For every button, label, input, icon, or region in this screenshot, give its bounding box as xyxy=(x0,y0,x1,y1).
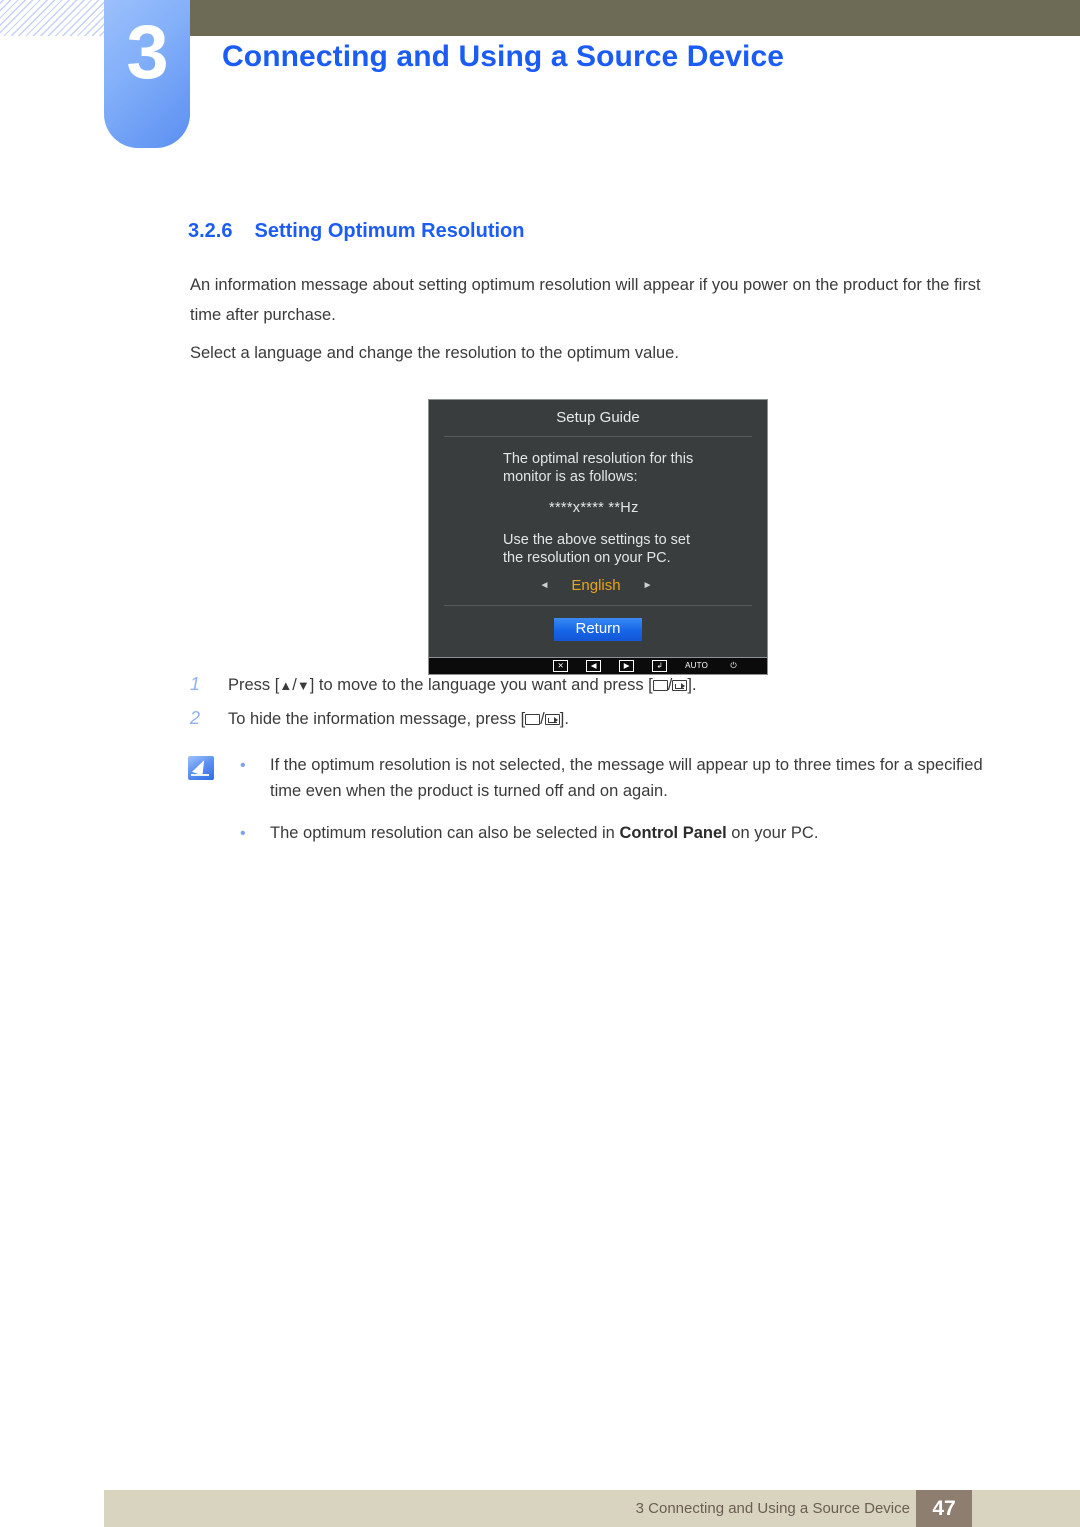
page-number-badge: 47 xyxy=(916,1490,972,1527)
osd-title: Setup Guide xyxy=(444,400,752,437)
page-footer: 3 Connecting and Using a Source Device 4… xyxy=(104,1490,1080,1527)
note-text: The optimum resolution can also be selec… xyxy=(270,820,818,846)
intro-paragraph: An information message about setting opt… xyxy=(190,276,981,324)
osd-message-line-2: monitor is as follows: xyxy=(503,469,638,485)
note-pencil-icon xyxy=(188,756,214,780)
osd-return-button[interactable]: Return xyxy=(554,618,642,641)
pencil-baseline xyxy=(191,774,209,776)
step-text-part-c: ]. xyxy=(559,710,569,728)
chapter-title: Connecting and Using a Source Device xyxy=(222,40,785,73)
osd-message-line-1: The optimal resolution for this xyxy=(503,451,694,467)
step-item: 2 To hide the information message, press… xyxy=(190,706,1010,732)
enter-button-icon xyxy=(672,680,688,691)
numbered-steps: 1 Press [▲/▼] to move to the language yo… xyxy=(190,672,1010,739)
up-arrow-icon: ▲ xyxy=(279,678,293,693)
section-number: 3.2.6 xyxy=(188,220,233,242)
note-block: • If the optimum resolution is not selec… xyxy=(188,752,1018,863)
document-page: 3 Connecting and Using a Source Device 3… xyxy=(0,0,1080,1527)
note-text-post: on your PC. xyxy=(726,824,819,842)
step-text: Press [▲/▼] to move to the language you … xyxy=(228,672,697,699)
step-text-part-a: Press [ xyxy=(228,676,280,694)
step-text-part-a: To hide the information message, press [ xyxy=(228,710,526,728)
section-title: Setting Optimum Resolution xyxy=(254,220,525,242)
down-arrow-icon: ▼ xyxy=(296,678,310,693)
close-key-icon[interactable]: ✕ xyxy=(553,660,569,672)
note-list: • If the optimum resolution is not selec… xyxy=(240,752,1018,847)
footer-chapter-label: 3 Connecting and Using a Source Device xyxy=(635,1500,910,1517)
osd-dialog: Setup Guide The optimal resolution for t… xyxy=(428,399,768,658)
step-text-part-b: ] to move to the language you want and p… xyxy=(309,676,653,694)
section-heading: 3.2.6 Setting Optimum Resolution xyxy=(188,220,524,243)
menu-button-icon xyxy=(525,714,541,725)
bullet-icon: • xyxy=(240,757,246,774)
enter-key-icon[interactable]: ↲ xyxy=(652,660,668,672)
step-number: 1 xyxy=(190,674,201,694)
osd-language-value: English xyxy=(571,577,621,594)
note-text-bold: Control Panel xyxy=(619,824,727,842)
power-key-icon[interactable]: ⏻ xyxy=(726,662,741,670)
osd-resolution-value: ****x**** **Hz xyxy=(549,500,639,516)
osd-message-line-4: the resolution on your PC. xyxy=(503,550,671,566)
osd-setup-guide-figure: Setup Guide The optimal resolution for t… xyxy=(428,399,768,675)
note-text-pre: The optimum resolution can also be selec… xyxy=(270,824,620,842)
step-text-part-c: ]. xyxy=(687,676,697,694)
note-item: • If the optimum resolution is not selec… xyxy=(240,752,1018,804)
left-key-icon[interactable]: ◀ xyxy=(586,660,602,672)
bullet-icon: • xyxy=(240,825,246,842)
pencil-shape xyxy=(191,757,208,776)
chapter-number-badge: 3 xyxy=(104,0,190,148)
osd-message-line-3: Use the above settings to set xyxy=(503,532,690,548)
right-key-icon[interactable]: ▶ xyxy=(619,660,635,672)
osd-message: The optimal resolution for this monitor … xyxy=(429,437,767,571)
step-text: To hide the information message, press [… xyxy=(228,706,569,732)
header-olive-band xyxy=(190,0,1080,36)
step-item: 1 Press [▲/▼] to move to the language yo… xyxy=(190,672,1010,699)
menu-button-icon xyxy=(652,680,668,691)
note-text: If the optimum resolution is not selecte… xyxy=(270,752,1010,804)
auto-key-label[interactable]: AUTO xyxy=(685,662,708,670)
note-item: • The optimum resolution can also be sel… xyxy=(240,820,1018,847)
note-text-pre: If the optimum resolution is not selecte… xyxy=(270,756,983,800)
enter-button-icon xyxy=(544,714,560,725)
osd-footer: Return xyxy=(429,606,767,655)
osd-language-selector[interactable]: ◄ English ► xyxy=(429,571,763,605)
chevron-left-icon[interactable]: ◄ xyxy=(539,580,549,591)
step-number: 2 xyxy=(190,708,201,728)
instruction-paragraph: Select a language and change the resolut… xyxy=(190,344,679,362)
chevron-right-icon[interactable]: ► xyxy=(643,580,653,591)
